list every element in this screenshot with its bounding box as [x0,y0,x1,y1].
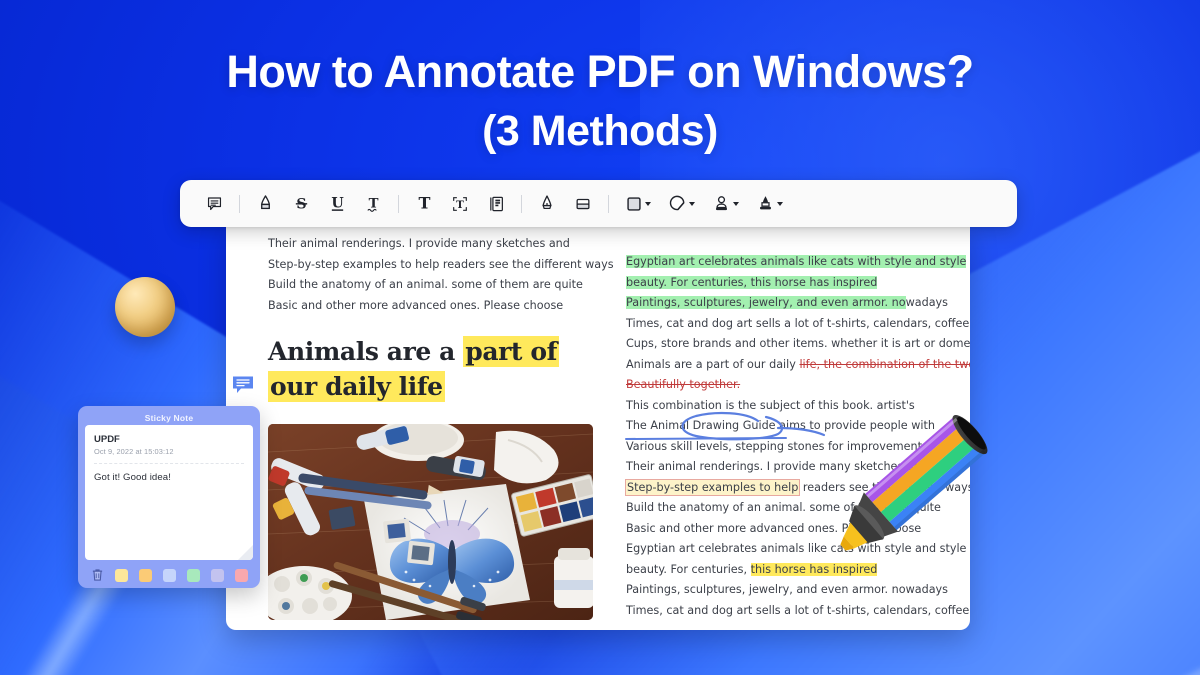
annotation-toolbar[interactable]: S U T T T [180,180,1017,227]
heading-highlight-2: our daily life [268,371,445,402]
svg-text:S: S [296,197,306,213]
signature-stamp-icon [713,195,730,213]
squiggly-t-icon: T [365,194,382,214]
heading-line-1: Animals are a part of [268,334,598,369]
sticky-note-text[interactable]: Got it! Good idea! [94,471,244,485]
highlight-green: Egyptian art celebrates animals like cat… [626,255,967,268]
doc-line: beauty. For centuries, this horse has in… [626,273,970,294]
comment-bubble-icon [206,195,223,212]
toolbar-separator-1 [239,194,240,213]
highlight-green: Paintings, sculptures, jewelry, and even… [626,296,906,309]
toolbar-comment-button[interactable] [196,187,232,221]
text-box-icon: T [451,195,469,213]
doc-line: Times, cat and dog art sells a lot of t-… [626,316,970,330]
comment-bubble-marker[interactable] [232,375,254,395]
sticky-note-body[interactable]: UPDF Oct 9, 2022 at 15:03:12 Got it! Goo… [85,425,253,560]
toolbar-separator-4 [608,194,609,213]
doc-line: Animals are a part of our daily life, th… [626,355,970,376]
sticky-note-divider [94,463,244,464]
sticky-note-date: Oct 9, 2022 at 15:03:12 [94,447,174,456]
rainbow-highlighter-pen [840,405,1058,605]
highlighter-icon [257,194,274,213]
sticky-note-icon [488,195,505,213]
toolbar-text-box-button[interactable]: T [442,187,478,221]
doc-line: Build the anatomy of an animal. some of … [268,278,583,291]
doc-line: Egyptian art celebrates animals like cat… [626,252,970,273]
strikethrough-s-icon: S [293,194,310,213]
swatch-pink[interactable] [235,568,248,582]
doc-line: Step-by-step examples to help readers se… [268,257,614,271]
chevron-down-icon [777,201,783,206]
sticky-note-author: UPDF [94,434,120,445]
toolbar-squiggly-button[interactable]: T [355,187,391,221]
doc-line: Basic and other more advanced ones. Plea… [268,298,564,312]
swatch-blue[interactable] [163,568,176,582]
swatch-green[interactable] [187,568,200,582]
toolbar-sticker-button[interactable] [660,187,704,221]
swatch-yellow[interactable] [115,568,128,582]
strikethrough-text: Beautifully together. [626,378,741,391]
svg-text:T: T [456,199,464,211]
chevron-down-icon [733,201,739,206]
toolbar-stamp-button[interactable] [748,187,792,221]
trash-icon[interactable] [91,568,104,582]
toolbar-underline-button[interactable]: U [319,187,355,221]
doc-line: Cups, store brands and other items. whet… [626,337,970,350]
pen-nib-icon [539,194,555,213]
toolbar-strikethrough-button[interactable]: S [283,187,319,221]
highlight-green: beauty. For centuries, this horse has in… [626,275,878,289]
toolbar-shapes-button[interactable] [616,187,660,221]
swatch-purple[interactable] [211,568,224,582]
strikethrough-text: life, the combination of the two [799,357,970,371]
doc-line: Beautifully together. [626,375,970,396]
doc-line: Their animal renderings. I provide many … [268,237,570,250]
chevron-down-icon [689,201,695,206]
heading-line-2: our daily life [268,369,598,404]
doc-line: Paintings, sculptures, jewelry, and even… [626,296,949,309]
sticky-note-toolbar[interactable] [85,562,253,588]
heading-highlight-1: part of [463,336,560,367]
document-heading: Animals are a part of our daily life [268,334,598,404]
square-shape-icon [626,196,642,212]
toolbar-text-button[interactable]: T [406,187,442,221]
sticky-note-title: Sticky Note [144,413,194,423]
svg-text:T: T [368,196,378,211]
underline-u-icon: U [329,194,346,213]
toolbar-separator-3 [521,194,522,213]
eraser-icon [574,196,592,212]
swatch-orange[interactable] [139,568,152,582]
document-left-column: Their animal renderings. I provide many … [268,234,614,620]
toolbar-highlight-button[interactable] [247,187,283,221]
text-t-icon: T [416,194,433,213]
text-box-annotation: Step-by-step examples to help [624,478,801,496]
sticky-note-panel[interactable]: Sticky Note UPDF Oct 9, 2022 at 15:03:12… [78,406,260,588]
svg-text:U: U [331,196,344,212]
toolbar-pencil-button[interactable] [529,187,565,221]
toolbar-signature-button[interactable] [704,187,748,221]
gold-sphere-decoration [115,277,175,337]
document-photo-watercolor-butterfly [268,424,593,620]
svg-text:T: T [418,194,430,213]
page-title: How to Annotate PDF on Windows? (3 Metho… [0,42,1200,160]
title-line-2: (3 Methods) [482,107,718,155]
chevron-down-icon [644,201,651,206]
sticker-icon [669,195,686,212]
toolbar-separator-2 [398,194,399,213]
heading-plain-text: Animals are a [268,337,464,366]
toolbar-eraser-button[interactable] [565,187,601,221]
page-fold-corner [238,545,253,560]
toolbar-sticky-note-button[interactable] [478,187,514,221]
title-line-1: How to Annotate PDF on Windows? [226,46,974,97]
stamp-icon [757,194,774,213]
